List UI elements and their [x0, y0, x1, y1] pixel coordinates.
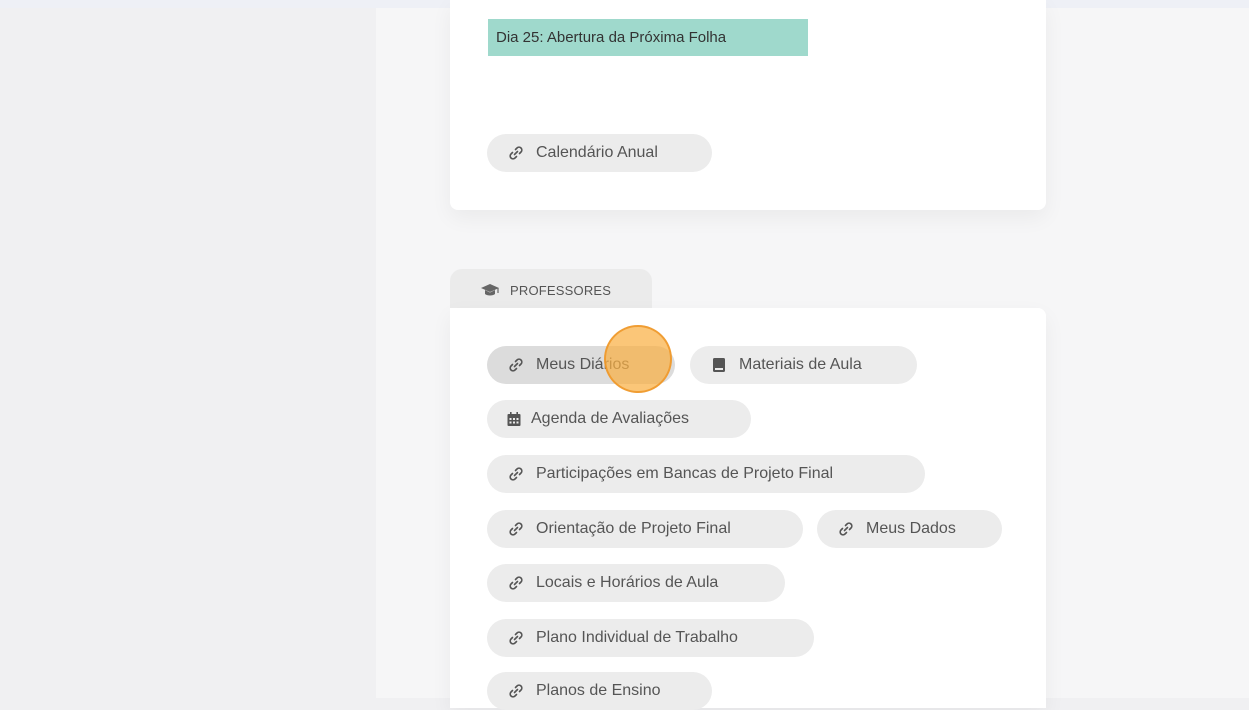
- calendar-link-button[interactable]: Calendário Anual: [487, 134, 712, 172]
- link-icon: [507, 520, 525, 538]
- chip-label: Participações em Bancas de Projeto Final: [536, 465, 834, 482]
- link-icon: [507, 356, 525, 374]
- chip-label: Meus Dados: [866, 520, 956, 537]
- chip-label: Materiais de Aula: [739, 356, 862, 373]
- materiais-de-aula-link[interactable]: Materiais de Aula: [690, 346, 917, 384]
- graduation-cap-icon: [480, 283, 500, 297]
- chip-label: Planos de Ensino: [536, 682, 661, 699]
- link-icon: [837, 520, 855, 538]
- meus-diarios-link[interactable]: Meus Diários: [487, 346, 675, 384]
- chip-label: Calendário Anual: [536, 144, 658, 161]
- locais-horarios-aula-link[interactable]: Locais e Horários de Aula: [487, 564, 785, 602]
- link-icon: [507, 465, 525, 483]
- planos-de-ensino-link[interactable]: Planos de Ensino: [487, 672, 712, 710]
- calendar-icon: [505, 410, 523, 428]
- agenda-de-avaliacoes-link[interactable]: Agenda de Avaliações: [487, 400, 751, 438]
- notice-highlight: Dia 25: Abertura da Próxima Folha: [488, 19, 808, 56]
- chip-label: Locais e Horários de Aula: [536, 574, 719, 591]
- tab-label: PROFESSORES: [510, 282, 612, 298]
- bancas-projeto-final-link[interactable]: Participações em Bancas de Projeto Final: [487, 455, 925, 493]
- link-icon: [507, 682, 525, 700]
- book-icon: [710, 356, 728, 374]
- link-icon: [507, 574, 525, 592]
- chip-label: Plano Individual de Trabalho: [536, 629, 738, 646]
- link-icon: [507, 144, 525, 162]
- chip-label: Agenda de Avaliações: [531, 410, 690, 427]
- link-icon: [507, 629, 525, 647]
- orientacao-projeto-final-link[interactable]: Orientação de Projeto Final: [487, 510, 803, 548]
- meus-dados-link[interactable]: Meus Dados: [817, 510, 1002, 548]
- professores-tab[interactable]: PROFESSORES: [450, 269, 652, 311]
- chip-label: Meus Diários: [536, 356, 630, 373]
- plano-individual-trabalho-link[interactable]: Plano Individual de Trabalho: [487, 619, 814, 657]
- chip-label: Orientação de Projeto Final: [536, 520, 731, 537]
